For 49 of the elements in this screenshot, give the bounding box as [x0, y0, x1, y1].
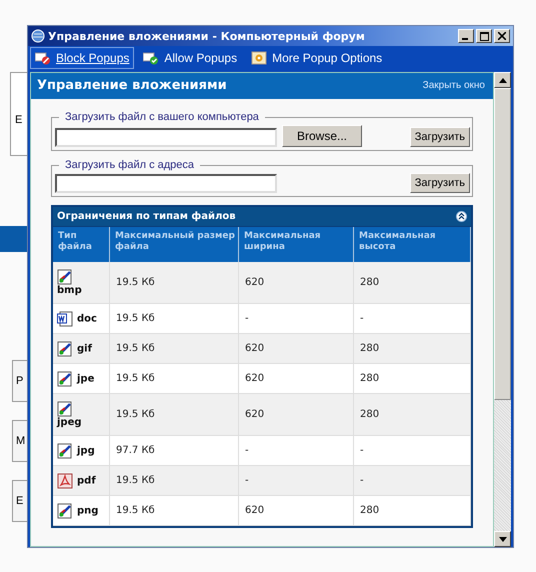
input-field[interactable] — [55, 174, 277, 193]
check-icon — [143, 51, 160, 65]
file-extension: doc — [77, 313, 97, 324]
image-file-icon — [57, 268, 73, 285]
maximize-icon — [480, 32, 488, 40]
table-title: Ограничения по типам файлов — [57, 211, 236, 222]
table-cell: 280 — [354, 496, 470, 526]
toolbar-button[interactable]: Allow Popups — [138, 47, 242, 69]
image-file-icon — [57, 400, 73, 417]
group-legend: Загрузить файл с адреса — [59, 159, 200, 171]
label-fragment: M — [15, 435, 26, 447]
input-field[interactable] — [55, 128, 277, 147]
file-extension: jpeg — [57, 416, 82, 428]
collapse-icon[interactable] — [456, 211, 467, 222]
label-fragment: E — [15, 495, 24, 507]
scroll-up-icon[interactable] — [498, 78, 506, 82]
label-fragment: P — [15, 375, 24, 387]
group-legend: Загрузить файл с вашего компьютера — [59, 111, 265, 123]
browse-button[interactable]: Browse... — [282, 125, 362, 147]
file-extension: pdf — [77, 475, 96, 486]
close-window-link[interactable]: Закрыть окно — [422, 80, 485, 90]
toolbar-button[interactable]: Block Popups — [30, 47, 134, 69]
page-title: Управление вложениями — [37, 78, 227, 92]
close-icon — [498, 32, 506, 40]
file-extension: jpg — [77, 445, 95, 456]
image-file-icon — [57, 370, 73, 386]
word-file-icon — [57, 310, 73, 326]
file-extension: jpe — [77, 373, 94, 384]
upload-button[interactable]: Загрузить — [410, 127, 470, 147]
pdf-file-icon — [57, 472, 73, 488]
table-cell: 19.5 Кб — [110, 496, 238, 526]
globe-icon — [31, 29, 45, 43]
file-extension: png — [77, 505, 98, 516]
block-icon — [35, 51, 51, 65]
minimize-button[interactable] — [458, 29, 474, 43]
toolbar-button[interactable]: More Popup Options — [246, 47, 388, 69]
window-title: Управление вложениями - Компьютерный форум — [48, 30, 366, 42]
image-file-icon — [57, 340, 73, 356]
scroll-down-icon[interactable] — [498, 536, 506, 542]
maximize-button[interactable] — [476, 29, 492, 43]
file-extension: bmp — [57, 284, 82, 296]
table-cell: 620 — [238, 496, 354, 526]
image-file-icon — [57, 442, 73, 458]
image-file-icon — [57, 502, 73, 518]
close-button[interactable] — [494, 29, 510, 43]
scrollbar[interactable] — [494, 72, 511, 547]
upload-button[interactable]: Загрузить — [410, 173, 470, 193]
label-fragment: E — [14, 114, 22, 126]
file-extension: gif — [77, 343, 92, 354]
